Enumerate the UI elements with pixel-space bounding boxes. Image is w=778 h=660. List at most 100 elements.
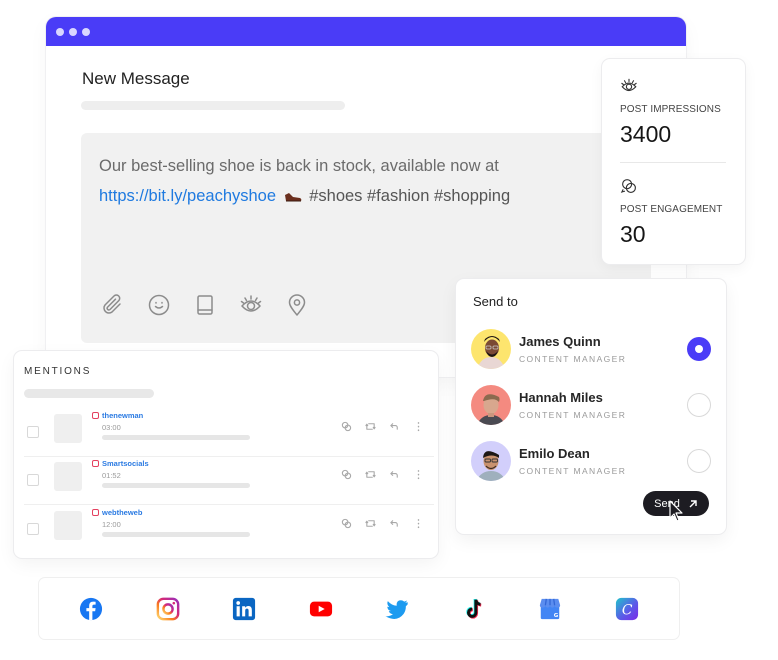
chat-bubbles-icon xyxy=(620,179,636,193)
arrow-up-right-icon xyxy=(689,499,697,507)
tiktok-icon xyxy=(466,598,482,619)
contact-role: CONTENT MANAGER xyxy=(519,466,627,476)
instagram-button[interactable] xyxy=(156,596,180,622)
contact-name: Hannah Miles xyxy=(519,390,603,405)
instagram-icon xyxy=(92,509,99,516)
reply-icon xyxy=(389,422,398,430)
reply-button[interactable] xyxy=(388,517,400,529)
canva-button[interactable]: C xyxy=(615,596,639,622)
avatar xyxy=(471,385,511,425)
youtube-button[interactable] xyxy=(309,596,333,622)
retweet-button[interactable] xyxy=(364,517,376,529)
post-stats-card: POST IMPRESSIONS 3400 POST ENGAGEMENT 30 xyxy=(602,59,745,264)
window-dot-close[interactable] xyxy=(56,27,64,36)
engage-button[interactable] xyxy=(340,517,352,529)
window-titlebar xyxy=(46,17,686,46)
paperclip-icon xyxy=(103,294,121,314)
mention-handle[interactable]: thenewman xyxy=(92,411,143,420)
facebook-button[interactable] xyxy=(79,596,103,622)
mention-text-placeholder xyxy=(102,532,250,537)
impressions-value: 3400 xyxy=(620,121,672,147)
location-button[interactable] xyxy=(285,293,309,317)
shoe-emoji-icon xyxy=(284,192,301,202)
contact-radio[interactable] xyxy=(687,449,711,473)
contact-radio-selected[interactable] xyxy=(687,337,711,361)
person-avatar-icon xyxy=(471,329,511,369)
attach-button[interactable] xyxy=(101,293,125,317)
window-dot-maximize[interactable] xyxy=(82,27,90,36)
mention-thumbnail xyxy=(54,414,82,443)
more-icon xyxy=(417,469,419,479)
window-dot-minimize[interactable] xyxy=(69,27,77,36)
mention-checkbox[interactable] xyxy=(27,474,39,486)
reply-icon xyxy=(389,470,398,478)
composer-toolbar xyxy=(101,293,309,317)
contact-emilo-dean[interactable]: Emilo Dean CONTENT MANAGER xyxy=(471,440,711,482)
more-button[interactable] xyxy=(412,420,424,432)
engage-button[interactable] xyxy=(340,468,352,480)
retweet-icon xyxy=(364,470,376,478)
avatar xyxy=(471,329,511,369)
more-icon xyxy=(417,421,419,431)
facebook-icon xyxy=(80,597,103,620)
message-text[interactable]: Our best-selling shoe is back in stock, … xyxy=(99,151,639,211)
impressions-label: POST IMPRESSIONS xyxy=(620,104,721,115)
tiktok-button[interactable] xyxy=(462,596,486,622)
person-avatar-icon xyxy=(471,441,511,481)
mentions-search-placeholder xyxy=(24,389,154,398)
mention-checkbox[interactable] xyxy=(27,426,39,438)
mention-handle[interactable]: Smartsocials xyxy=(92,459,149,468)
mention-checkbox[interactable] xyxy=(27,523,39,535)
subject-placeholder-bar xyxy=(81,101,345,110)
engagement-label: POST ENGAGEMENT xyxy=(620,204,723,215)
contact-radio[interactable] xyxy=(687,393,711,417)
person-avatar-icon xyxy=(471,385,511,425)
youtube-icon xyxy=(309,601,332,616)
retweet-button[interactable] xyxy=(364,420,376,432)
preview-button[interactable] xyxy=(239,293,263,317)
reply-button[interactable] xyxy=(388,468,400,480)
mention-row[interactable]: webtheweb 12:00 xyxy=(24,506,434,554)
svg-text:C: C xyxy=(622,602,633,618)
smiley-icon xyxy=(148,294,170,316)
more-button[interactable] xyxy=(412,517,424,529)
eye-icon xyxy=(621,78,637,92)
instagram-icon xyxy=(92,412,99,419)
mention-time: 01:52 xyxy=(102,471,121,480)
retweet-icon xyxy=(364,422,376,430)
mention-actions xyxy=(340,517,424,529)
message-text-line1: Our best-selling shoe is back in stock, … xyxy=(99,157,499,175)
engage-button[interactable] xyxy=(340,420,352,432)
twitter-icon xyxy=(385,599,408,619)
more-button[interactable] xyxy=(412,468,424,480)
twitter-button[interactable] xyxy=(385,596,409,622)
send-to-card: Send to James Quinn CONTENT MANAGER Hann… xyxy=(456,279,726,534)
mention-row[interactable]: Smartsocials 01:52 xyxy=(24,457,434,505)
location-pin-icon xyxy=(288,294,306,316)
linkedin-button[interactable] xyxy=(232,596,256,622)
retweet-button[interactable] xyxy=(364,468,376,480)
book-icon xyxy=(197,295,213,315)
send-to-title: Send to xyxy=(473,294,518,309)
mentions-card: MENTIONS thenewman 03:00 Smartsocials 01… xyxy=(14,351,438,558)
mention-handle[interactable]: webtheweb xyxy=(92,508,142,517)
avatar xyxy=(471,441,511,481)
send-button-label: Send xyxy=(654,497,680,510)
google-business-button[interactable]: G xyxy=(538,596,562,622)
reply-button[interactable] xyxy=(388,420,400,432)
contact-hannah-miles[interactable]: Hannah Miles CONTENT MANAGER xyxy=(471,384,711,426)
mention-row[interactable]: thenewman 03:00 xyxy=(24,409,434,457)
message-hashtags: #shoes #fashion #shopping xyxy=(309,187,511,205)
emoji-button[interactable] xyxy=(147,293,171,317)
library-button[interactable] xyxy=(193,293,217,317)
mention-time: 03:00 xyxy=(102,423,121,432)
social-networks-bar: G C xyxy=(39,578,679,639)
mention-actions xyxy=(340,420,424,432)
message-link[interactable]: https://bit.ly/peachyshoe xyxy=(99,187,276,205)
contact-name: James Quinn xyxy=(519,334,601,349)
contact-role: CONTENT MANAGER xyxy=(519,354,627,364)
engagement-value: 30 xyxy=(620,221,646,247)
contact-james-quinn[interactable]: James Quinn CONTENT MANAGER xyxy=(471,328,711,370)
retweet-icon xyxy=(364,519,376,527)
send-button[interactable]: Send xyxy=(643,491,709,516)
